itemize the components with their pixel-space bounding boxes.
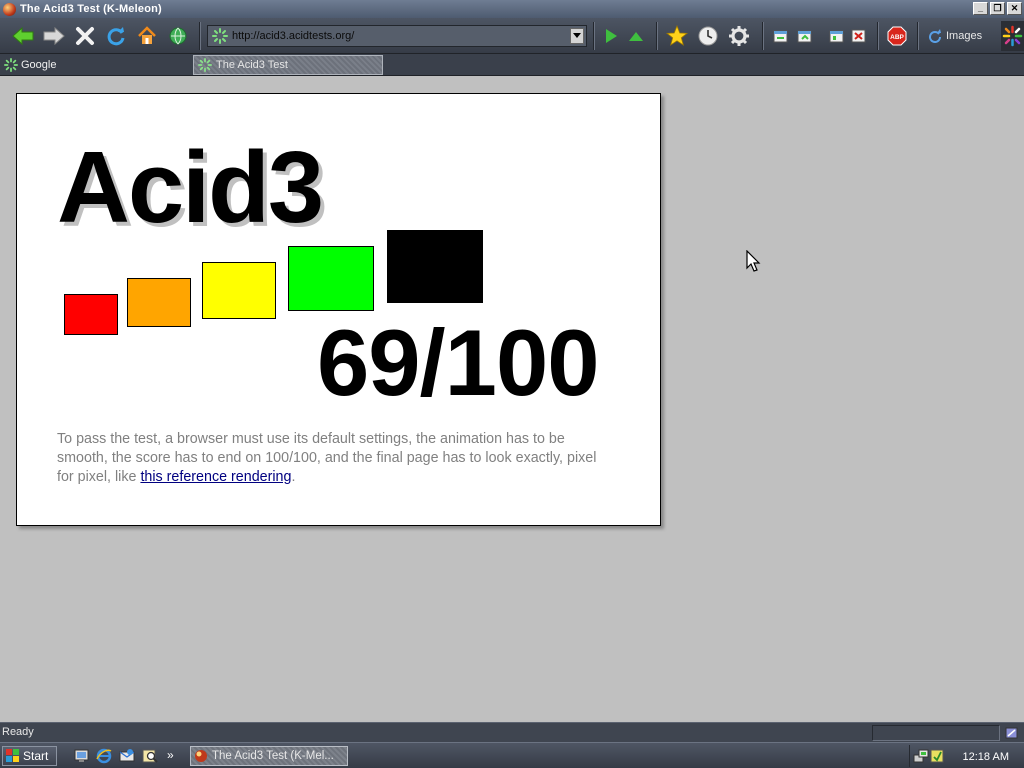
throbber-icon: [1002, 25, 1023, 47]
settings-gear-icon: [729, 26, 749, 46]
status-bar: Ready: [0, 722, 1024, 742]
window-controls: _ ❐ ✕: [973, 2, 1022, 15]
show-desktop-icon[interactable]: [74, 748, 90, 764]
description-text: To pass the test, a browser must use its…: [57, 431, 597, 485]
svg-text:ABP: ABP: [890, 34, 904, 41]
system-tray: 12:18 AM: [909, 745, 1024, 767]
green-box: [288, 246, 374, 311]
globe-button[interactable]: [166, 25, 190, 47]
forward-icon: [43, 27, 65, 45]
outlook-express-icon[interactable]: [119, 748, 135, 764]
score-display: 69/100: [317, 310, 600, 415]
network-icon[interactable]: [913, 748, 929, 764]
mouse-cursor-icon: [746, 250, 761, 272]
k-meleon-app-icon: [195, 750, 207, 762]
toolbar-separator: [917, 22, 919, 50]
black-box: [387, 230, 483, 303]
taskbar: Start » The Acid3 Test (K-Mel... 12:18 A…: [0, 742, 1024, 768]
tab-bar: Google The Acid3 Test: [0, 54, 1024, 76]
toolbar-separator: [762, 22, 764, 50]
status-text: Ready: [2, 726, 34, 738]
status-extension-icon: [1005, 727, 1018, 739]
globe-icon: [169, 27, 187, 45]
internet-explorer-icon[interactable]: [96, 748, 112, 764]
start-button[interactable]: Start: [2, 746, 57, 766]
page-button-3[interactable]: [825, 25, 849, 47]
loading-spinner-icon: [212, 28, 228, 44]
k-meleon-app-icon: [3, 2, 16, 16]
bookmarks-button[interactable]: [665, 25, 689, 47]
quicklaunch-overflow[interactable]: »: [167, 748, 174, 762]
go-icon: [606, 29, 617, 43]
status-progress-pane: [872, 725, 1000, 741]
acid3-title: Acid3: [57, 132, 324, 244]
reload-icon: [107, 27, 125, 46]
back-icon: [12, 27, 34, 45]
toolbar-separator: [656, 22, 658, 50]
page-content: Acid3 69/100 To pass the test, a browser…: [0, 77, 1024, 722]
start-label: Start: [23, 749, 49, 763]
orange-box: [127, 278, 191, 327]
home-icon: [138, 26, 156, 44]
task-label: The Acid3 Test (K-Mel...: [212, 750, 334, 762]
close-page-button[interactable]: [847, 25, 871, 47]
back-button[interactable]: [11, 25, 35, 47]
bookmark-label: Google: [21, 59, 57, 71]
history-clock-icon: [698, 26, 718, 46]
url-dropdown-button[interactable]: [570, 28, 584, 44]
red-box: [64, 294, 118, 335]
acid3-panel: Acid3 69/100 To pass the test, a browser…: [16, 93, 661, 526]
description-end: .: [291, 469, 296, 485]
url-bar[interactable]: [207, 25, 587, 47]
throbber: [1001, 21, 1024, 51]
windows-logo-icon: [6, 749, 19, 762]
loading-spinner-icon: [4, 58, 18, 72]
forward-button[interactable]: [42, 25, 66, 47]
tab-acid3[interactable]: The Acid3 Test: [193, 55, 383, 75]
minimize-button[interactable]: _: [973, 2, 988, 15]
page-button-2[interactable]: [793, 25, 817, 47]
stop-icon: [76, 27, 94, 45]
history-button[interactable]: [696, 25, 720, 47]
main-toolbar: ABP Images: [0, 18, 1024, 54]
loading-spinner-icon: [198, 58, 212, 72]
images-reload-icon: [929, 29, 941, 43]
settings-button[interactable]: [727, 25, 751, 47]
bookmark-google[interactable]: Google: [0, 56, 56, 74]
reference-rendering-link[interactable]: this reference rendering: [140, 469, 291, 485]
toolbar-separator: [199, 22, 201, 50]
stop-button[interactable]: [73, 25, 97, 47]
page-icon-3: [829, 30, 844, 43]
images-button[interactable]: Images: [928, 26, 982, 46]
images-label: Images: [946, 30, 983, 42]
window-title: The Acid3 Test (K-Meleon): [20, 3, 162, 15]
yellow-box: [202, 262, 276, 319]
url-input[interactable]: [232, 30, 562, 42]
search-icon[interactable]: [142, 748, 158, 764]
restore-button[interactable]: ❐: [990, 2, 1005, 15]
go-button[interactable]: [599, 25, 623, 47]
acid3-description: To pass the test, a browser must use its…: [57, 430, 617, 487]
page-icon-2: [797, 30, 812, 43]
reload-button[interactable]: [104, 25, 128, 47]
close-button[interactable]: ✕: [1007, 2, 1022, 15]
page-icon-1: [773, 30, 788, 43]
taskbar-item-acid3[interactable]: The Acid3 Test (K-Mel...: [190, 746, 348, 766]
home-button[interactable]: [135, 25, 159, 47]
up-button[interactable]: [624, 25, 648, 47]
toolbar-separator: [877, 22, 879, 50]
tab-label: The Acid3 Test: [216, 59, 288, 71]
adblock-button[interactable]: ABP: [885, 25, 909, 47]
adblock-icon: ABP: [887, 26, 907, 46]
close-page-icon: [851, 29, 866, 43]
bookmarks-star-icon: [666, 25, 688, 46]
chevron-down-icon: [573, 33, 581, 38]
title-bar: The Acid3 Test (K-Meleon) _ ❐ ✕: [0, 0, 1024, 18]
up-icon: [629, 32, 643, 41]
clock: 12:18 AM: [962, 751, 1009, 763]
toolbar-separator: [593, 22, 595, 50]
page-button-1[interactable]: [769, 25, 793, 47]
volume-icon[interactable]: [930, 748, 944, 764]
